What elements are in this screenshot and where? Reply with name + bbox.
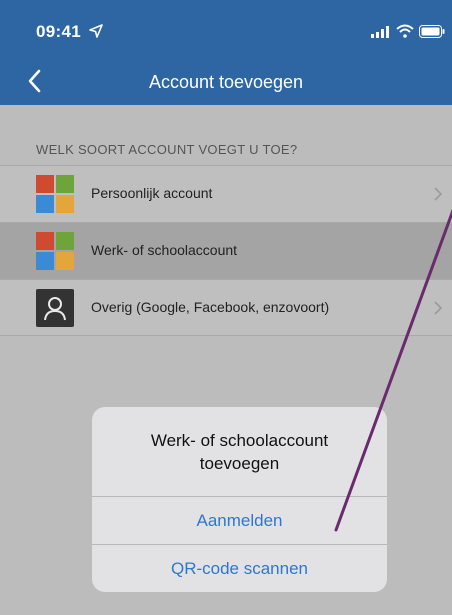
list-item-label: Overig (Google, Facebook, enzovoort) (91, 299, 330, 315)
action-sheet-dialog: Werk- of schoolaccount toevoegen Aanmeld… (92, 407, 387, 592)
microsoft-logo-icon (36, 232, 74, 270)
battery-icon (419, 25, 445, 38)
person-icon (36, 289, 74, 327)
list-item-work-school-account[interactable]: Werk- of schoolaccount (0, 222, 452, 279)
wifi-icon (396, 24, 414, 38)
chevron-right-icon (434, 187, 442, 201)
list-item-label: Persoonlijk account (91, 185, 213, 201)
location-arrow-icon (89, 24, 103, 38)
navigation-bar: Account toevoegen (0, 60, 452, 105)
list-item-personal-account[interactable]: Persoonlijk account (0, 165, 452, 222)
microsoft-logo-icon (36, 175, 74, 213)
status-time: 09:41 (36, 22, 81, 41)
sign-in-button[interactable]: Aanmelden (92, 497, 387, 545)
dialog-title: Werk- of schoolaccount toevoegen (150, 431, 329, 473)
section-header: WELK SOORT ACCOUNT VOEGT U TOE? (36, 142, 298, 157)
list-item-other-account[interactable]: Overig (Google, Facebook, enzovoort) (0, 279, 452, 336)
list-item-label: Werk- of schoolaccount (91, 242, 238, 258)
page-title: Account toevoegen (148, 72, 304, 92)
chevron-right-icon (434, 301, 442, 315)
signal-icon (371, 26, 389, 38)
status-bar: 09:41 (0, 0, 452, 60)
scan-qr-code-button[interactable]: QR-code scannen (92, 545, 387, 592)
